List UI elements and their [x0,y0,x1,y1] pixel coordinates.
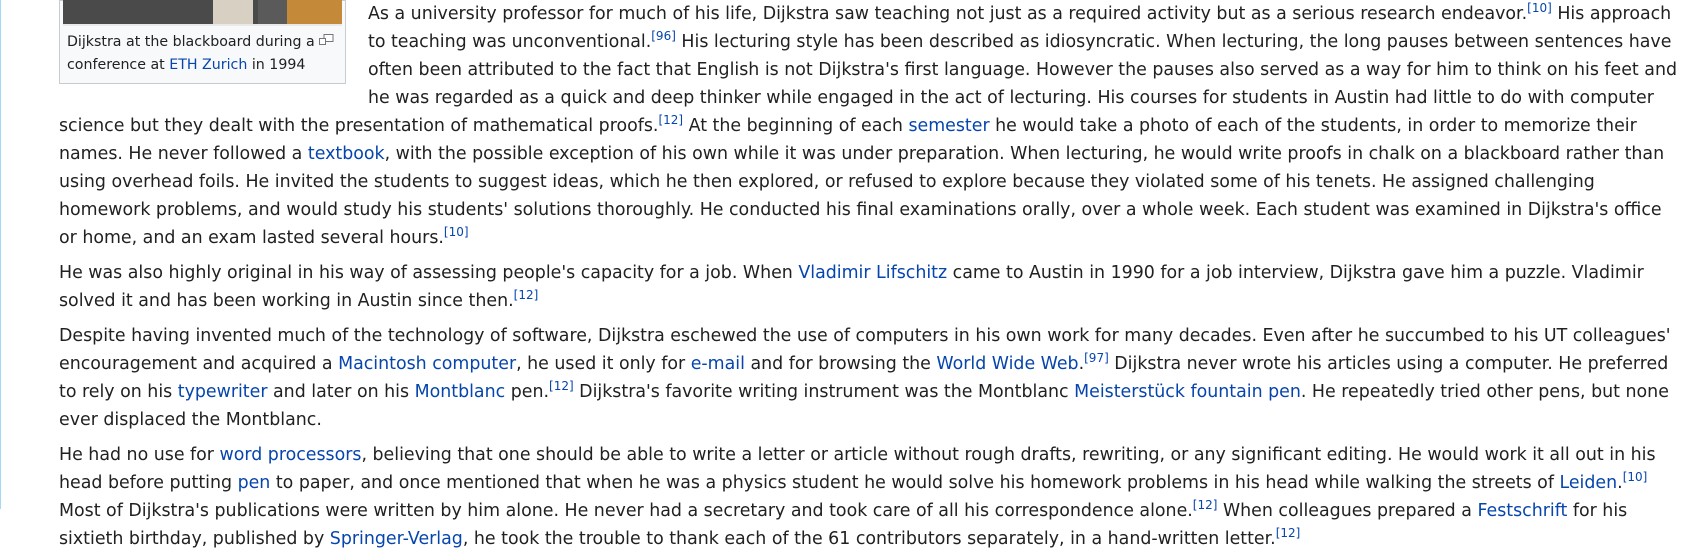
text-run: When colleagues prepared a [1217,501,1478,521]
paragraph-assessing: He was also highly original in his way o… [59,259,1677,315]
caption-text-2: in 1994 [247,57,306,73]
text-run: , he took the trouble to thank each of t… [462,529,1276,549]
image-caption: Dijkstra at the blackboard during a conf… [63,26,342,80]
text-run: He was also highly original in his way o… [59,263,799,283]
citation-link[interactable]: [12] [514,288,539,302]
link-leiden[interactable]: Leiden [1559,473,1617,493]
link-springer-verlag[interactable]: Springer-Verlag [330,529,463,549]
citation-link[interactable]: [12] [1276,526,1301,540]
text-run: to paper, and once mentioned that when h… [270,473,1560,493]
link-textbook[interactable]: textbook [308,144,385,164]
dijkstra-blackboard-photo[interactable] [63,0,342,26]
text-run: As a university professor for much of hi… [368,4,1528,24]
link-typewriter[interactable]: typewriter [178,382,268,402]
citation-link[interactable]: [96] [651,29,676,43]
reference-12[interactable]: [12] [514,288,539,302]
citation-link[interactable]: [12] [549,379,574,393]
text-run: He had no use for [59,445,220,465]
link-eth-zurich[interactable]: ETH Zurich [169,57,247,73]
text-run: At the beginning of each [683,116,909,136]
link-world-wide-web[interactable]: World Wide Web [936,354,1078,374]
reference-12[interactable]: [12] [549,379,574,393]
paragraph-computers: Despite having invented much of the tech… [59,322,1677,434]
reference-10[interactable]: [10] [1623,470,1648,484]
text-run: Most of Dijkstra's publications were wri… [59,501,1193,521]
link-meisterstuck-fountain-pen[interactable]: Meisterstück fountain pen [1074,382,1301,402]
text-run: and for browsing the [744,354,937,374]
text-run: , he used it only for [516,354,691,374]
citation-link[interactable]: [12] [1193,498,1218,512]
link-word-processors[interactable]: word processors [220,445,362,465]
reference-10[interactable]: [10] [444,225,469,239]
citation-link[interactable]: [12] [658,113,683,127]
reference-12[interactable]: [12] [1276,526,1301,540]
link-macintosh-computer[interactable]: Macintosh computer [338,354,516,374]
link-montblanc[interactable]: Montblanc [415,382,506,402]
link-vladimir-lifschitz[interactable]: Vladimir Lifschitz [798,263,947,283]
citation-link[interactable]: [10] [1527,1,1552,15]
text-run: and later on his [267,382,415,402]
reference-10[interactable]: [10] [1527,1,1552,15]
link-pen[interactable]: pen [238,473,271,493]
link-e-mail[interactable]: e-mail [691,354,745,374]
link-festschrift[interactable]: Festschrift [1477,501,1567,521]
article-body: Dijkstra at the blackboard during a conf… [59,0,1677,560]
reference-96[interactable]: [96] [651,29,676,43]
text-run: Dijkstra's favorite writing instrument w… [573,382,1075,402]
image-thumbnail: Dijkstra at the blackboard during a conf… [59,0,346,84]
content-border [0,0,1,509]
reference-12[interactable]: [12] [658,113,683,127]
citation-link[interactable]: [97] [1084,351,1109,365]
paragraph-writing: He had no use for word processors, belie… [59,441,1677,553]
reference-97[interactable]: [97] [1084,351,1109,365]
citation-link[interactable]: [10] [1623,470,1648,484]
link-semester[interactable]: semester [908,116,989,136]
enlarge-icon[interactable] [319,34,334,46]
citation-link[interactable]: [10] [444,225,469,239]
reference-12[interactable]: [12] [1193,498,1218,512]
text-run: pen. [505,382,550,402]
